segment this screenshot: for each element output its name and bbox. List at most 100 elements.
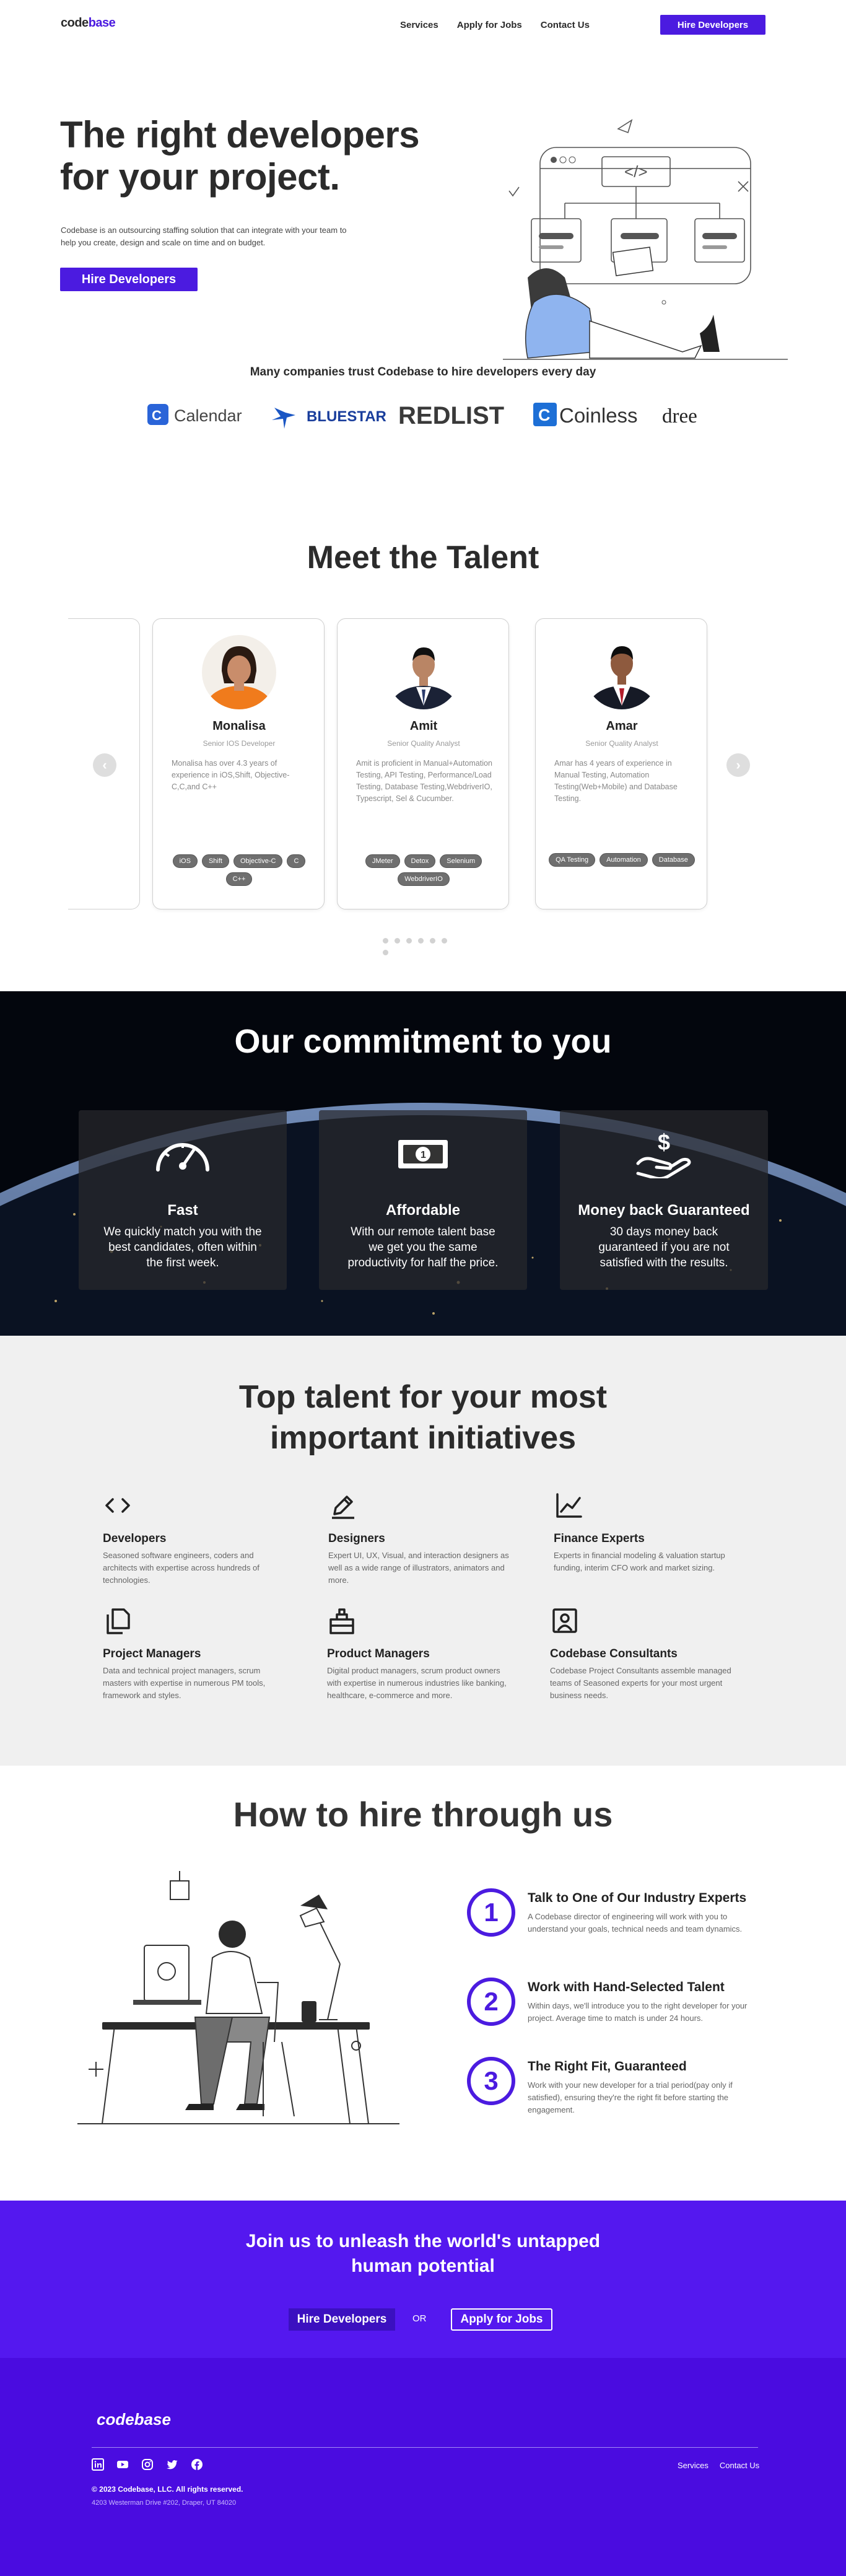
documents-icon xyxy=(107,1608,130,1634)
step-number: 2 xyxy=(467,1978,515,2026)
step-title: The Right Fit, Guaranteed xyxy=(528,2059,687,2074)
carousel-dot[interactable] xyxy=(442,938,447,944)
hire-developers-button[interactable]: Hire Developers xyxy=(660,15,765,35)
hero-hire-button[interactable]: Hire Developers xyxy=(60,268,198,291)
skill-tag: C++ xyxy=(225,872,253,886)
feature-developers: Developers Seasoned software engineers, … xyxy=(103,1491,289,1587)
feature-finance: Finance Experts Experts in financial mod… xyxy=(554,1491,739,1574)
site-footer: codebase Services Contact Us © 2023 Code… xyxy=(0,2358,846,2576)
feature-project-managers: Project Managers Data and technical proj… xyxy=(103,1606,289,1702)
profile-card[interactable]: Amit Senior Quality Analyst Amit is prof… xyxy=(337,618,509,909)
nav-contact[interactable]: Contact Us xyxy=(541,20,590,30)
feature-text: Digital product managers, scrum product … xyxy=(327,1666,507,1700)
skill-tag: Objective-C xyxy=(233,854,283,868)
pen-icon xyxy=(332,1496,354,1519)
commitment-card-text: 30 days money back guaranteed if you are… xyxy=(598,1225,730,1269)
logo[interactable]: codebase xyxy=(61,16,116,30)
skill-tag: Detox xyxy=(404,854,436,868)
commitment-section: Our commitment to you Fast We quickly ma… xyxy=(0,991,846,1336)
join-apply-jobs-button[interactable]: Apply for Jobs xyxy=(451,2308,552,2331)
step-number: 1 xyxy=(467,1888,515,1937)
footer-link-services[interactable]: Services xyxy=(678,2461,709,2470)
skill-tag: WebdriverIO xyxy=(398,872,450,886)
footer-divider xyxy=(92,2447,758,2448)
step-text: Work with your new developer for a trial… xyxy=(528,2080,733,2114)
skill-tag: QA Testing xyxy=(549,853,596,867)
feature-title: Developers xyxy=(103,1532,167,1545)
footer-logo[interactable]: codebase xyxy=(97,2410,171,2429)
company-address: 4203 Westerman Drive #202, Draper, UT 84… xyxy=(92,2499,237,2507)
logo-redlist: REDLIST xyxy=(398,402,504,429)
feature-text: Data and technical project managers, scr… xyxy=(103,1666,266,1700)
money-hand-icon: $ xyxy=(636,1129,691,1178)
skill-tag: iOS xyxy=(172,854,198,868)
carousel-dot[interactable] xyxy=(430,938,435,944)
commitment-card-title: Affordable xyxy=(386,1202,460,1219)
how-to-hire-section: How to hire through us 1 Talk to One of … xyxy=(0,1766,846,2201)
profile-role: Senior IOS Developer xyxy=(203,739,276,748)
commitment-card-text: We quickly match you with the best candi… xyxy=(103,1225,262,1269)
profile-name: Amar xyxy=(606,719,638,733)
carousel-dot[interactable] xyxy=(395,938,400,944)
avatar xyxy=(585,635,659,709)
svg-text:$: $ xyxy=(658,1129,670,1155)
site-header: codebase Services Apply for Jobs Contact… xyxy=(0,0,846,50)
carousel-prev-button[interactable]: ‹ xyxy=(93,753,116,777)
feature-title: Project Managers xyxy=(103,1647,201,1660)
code-icon xyxy=(105,1498,130,1513)
carousel-dot[interactable] xyxy=(383,950,388,955)
commitment-card-title: Fast xyxy=(167,1202,198,1219)
feature-title: Codebase Consultants xyxy=(550,1647,678,1660)
facebook-icon[interactable] xyxy=(191,2458,203,2471)
skill-tag: Selenium xyxy=(440,854,482,868)
svg-text:C: C xyxy=(538,406,551,424)
commitment-card-money-back: $ Money back Guaranteed 30 days money ba… xyxy=(560,1110,768,1290)
carousel-dot[interactable] xyxy=(383,938,388,944)
nav-apply-jobs[interactable]: Apply for Jobs xyxy=(457,20,522,30)
linkedin-icon[interactable] xyxy=(92,2458,104,2471)
skill-tag: JMeter xyxy=(365,854,400,868)
developer-at-desk-illustration xyxy=(77,1871,399,2124)
join-hire-developers-button[interactable]: Hire Developers xyxy=(289,2308,395,2331)
hero-section: The right developers for your project. C… xyxy=(0,50,846,360)
footer-link-contact[interactable]: Contact Us xyxy=(720,2461,759,2470)
hero-description: Codebase is an outsourcing staffing solu… xyxy=(61,226,347,247)
social-links xyxy=(92,2458,203,2471)
youtube-icon[interactable] xyxy=(116,2458,129,2471)
carousel-next-button[interactable]: › xyxy=(726,753,750,777)
skill-tag: Automation xyxy=(600,853,648,867)
skill-tags: QA Testing Automation Database xyxy=(548,853,696,867)
feature-title: Product Managers xyxy=(327,1647,430,1660)
hero-title: The right developers for your project. xyxy=(60,114,420,198)
profile-bio: Monalisa has over 4.3 years of experienc… xyxy=(172,759,290,791)
carousel-dot[interactable] xyxy=(406,938,412,944)
step-text: A Codebase director of engineering will … xyxy=(528,1912,743,1934)
feature-designers: Designers Expert UI, UX, Visual, and int… xyxy=(328,1491,514,1587)
trust-title: Many companies trust Codebase to hire de… xyxy=(250,366,596,379)
profile-name: Amit xyxy=(409,719,438,733)
step-title: Work with Hand-Selected Talent xyxy=(528,1980,725,1994)
nav-services[interactable]: Services xyxy=(400,20,438,30)
client-logos: C Calendar BLUESTAR REDLIST C Coinless d… xyxy=(147,402,697,429)
bluestar-logo-mark xyxy=(272,408,295,429)
hero-illustration: </> xyxy=(503,119,788,360)
carousel-dot[interactable] xyxy=(418,938,424,944)
logo-bluestar: BLUESTAR xyxy=(307,408,386,425)
skill-tag: Database xyxy=(652,853,695,867)
top-talent-section: Top talent for your most important initi… xyxy=(0,1336,846,1766)
main-nav: Services Apply for Jobs Contact Us xyxy=(400,20,590,30)
skill-tags: JMeter Detox Selenium WebdriverIO xyxy=(350,854,497,886)
speedometer-icon xyxy=(156,1143,209,1172)
profile-card[interactable]: Amar Senior Quality Analyst Amar has 4 y… xyxy=(535,618,707,909)
feature-text: Codebase Project Consultants assemble ma… xyxy=(550,1666,731,1700)
join-section: Join us to unleash the world's untapped … xyxy=(0,2201,846,2358)
instagram-icon[interactable] xyxy=(141,2458,154,2471)
talent-section: Meet the Talent ‹ › Monalisa Senior IOS … xyxy=(0,496,846,991)
profile-bio: Amar has 4 years of experience in Manual… xyxy=(554,759,678,803)
step-number: 3 xyxy=(467,2057,515,2105)
skill-tag: C xyxy=(287,854,306,868)
commitment-card-affordable: 1 Affordable With our remote talent base… xyxy=(319,1110,527,1290)
svg-text:C: C xyxy=(152,408,162,423)
twitter-icon[interactable] xyxy=(166,2458,178,2471)
profile-card[interactable]: Monalisa Senior IOS Developer Monalisa h… xyxy=(152,618,325,909)
